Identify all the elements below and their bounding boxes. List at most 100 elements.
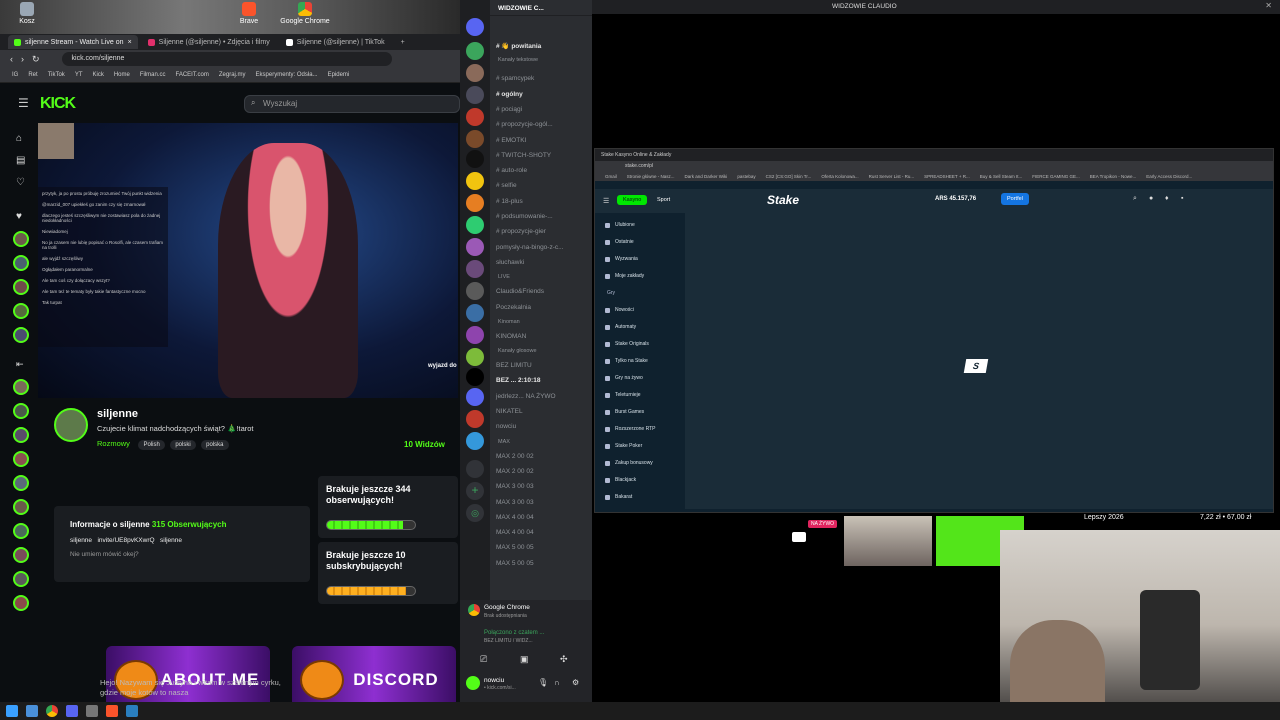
channel-item[interactable]: MAX 5 00 05 xyxy=(496,544,534,551)
activities-icon[interactable]: ✣ xyxy=(560,654,568,665)
app-icon[interactable] xyxy=(126,705,138,717)
menu-icon[interactable]: ☰ xyxy=(603,197,609,205)
avatar[interactable] xyxy=(13,379,29,395)
channel-item[interactable]: NIKATEL xyxy=(496,408,523,415)
bookmark[interactable]: Kick xyxy=(92,72,103,78)
channel-item[interactable]: # TWITCH-SHOTY xyxy=(496,152,551,159)
avatar[interactable] xyxy=(13,231,29,247)
channel-item[interactable]: słuchawki xyxy=(496,259,524,266)
bookmark[interactable]: Early Access Discord... xyxy=(1146,174,1192,179)
server-icon[interactable] xyxy=(466,282,484,300)
channel-item[interactable]: # 18-plus xyxy=(496,198,523,205)
sidebar-item[interactable]: Rozszerzone RTP xyxy=(601,421,683,438)
bookmark[interactable]: CS2 [CS:GO] Skin Tr... xyxy=(766,174,812,179)
avatar[interactable] xyxy=(13,571,29,587)
bookmark[interactable]: Rust Server List - Ru... xyxy=(869,174,915,179)
chrome-icon[interactable]: Google Chrome xyxy=(280,2,330,25)
bookmark[interactable]: Stronie główne - Nasz... xyxy=(627,174,675,179)
avatar[interactable] xyxy=(13,303,29,319)
tab-instagram[interactable]: Siljenne (@siljenne) • Zdjęcia i filmy xyxy=(142,35,276,49)
server-icon[interactable] xyxy=(466,326,484,344)
browse-icon[interactable]: ▤ xyxy=(16,155,25,166)
bookmark[interactable]: FACEIT.com xyxy=(176,72,209,78)
windows-start-icon[interactable] xyxy=(6,705,18,717)
server-icon[interactable] xyxy=(466,304,484,322)
back-icon[interactable]: ‹ xyxy=(10,54,13,64)
channel-item[interactable]: MAX 4 00 04 xyxy=(496,514,534,521)
settings-icon[interactable]: ⚙ xyxy=(572,678,579,687)
server-icon[interactable] xyxy=(466,368,484,386)
headphones-icon[interactable]: ∩ xyxy=(554,678,560,687)
channel-category[interactable]: LIVE xyxy=(498,274,510,280)
server-icon[interactable] xyxy=(466,460,484,478)
wallet-button[interactable]: Portfel xyxy=(1001,193,1029,205)
channel-item[interactable]: # auto-role xyxy=(496,167,527,174)
notifications-icon[interactable]: ♦ xyxy=(1165,195,1169,202)
channel-item[interactable]: # spamcypek xyxy=(496,75,534,82)
add-server-icon[interactable]: + xyxy=(466,482,484,500)
avatar[interactable] xyxy=(13,595,29,611)
stake-url[interactable]: stake.com/pl xyxy=(595,161,1273,171)
kick-logo[interactable]: KICK xyxy=(40,95,76,113)
home-icon[interactable]: ⌂ xyxy=(16,133,22,144)
channel-item[interactable]: pomysły-na-bingo-z-c... xyxy=(496,244,564,251)
brave-icon[interactable]: Brave xyxy=(224,2,274,25)
bookmark[interactable]: YT xyxy=(75,72,83,78)
tag[interactable]: Polish xyxy=(138,440,165,450)
sidebar-item[interactable]: Wyzwania xyxy=(601,251,683,268)
bookmark[interactable]: Ret xyxy=(28,72,37,78)
server-icon[interactable] xyxy=(466,108,484,126)
x-server-icon[interactable] xyxy=(466,150,484,168)
stake-logo[interactable]: Stake xyxy=(767,193,799,207)
sidebar-item[interactable]: Ulubione xyxy=(601,217,683,234)
channel-item[interactable]: jedrlezz... NA ŻYWO xyxy=(496,393,556,400)
tab-tiktok[interactable]: Siljenne (@siljenne) | TikTok xyxy=(280,35,391,49)
category-link[interactable]: Rozmowy xyxy=(97,439,130,448)
server-icon[interactable] xyxy=(466,216,484,234)
tab-kick[interactable]: siljenne Stream - Watch Live on × xyxy=(8,35,138,49)
server-icon[interactable] xyxy=(466,130,484,148)
discord-link[interactable]: invite/UE8pvKXwrQ xyxy=(97,537,154,544)
channel-item[interactable]: nowciu xyxy=(496,423,516,430)
streamer-avatar[interactable] xyxy=(54,408,88,442)
mic-icon[interactable]: 🎙︎ xyxy=(538,678,548,687)
channel-item[interactable]: MAX 2 00 02 xyxy=(496,453,534,460)
server-icon[interactable] xyxy=(466,410,484,428)
avatar[interactable] xyxy=(13,327,29,343)
explore-icon[interactable]: ◎ xyxy=(466,504,484,522)
avatar[interactable] xyxy=(13,451,29,467)
sidebar-item[interactable]: Tylko na Stake xyxy=(601,353,683,370)
instagram-link[interactable]: siljenne xyxy=(70,537,92,544)
server-icon[interactable] xyxy=(466,194,484,212)
bookmark[interactable]: Filman.cc xyxy=(140,72,166,78)
channel-item[interactable]: Poczekalnia xyxy=(496,304,531,311)
following-heart-icon[interactable]: ♥ xyxy=(16,211,22,222)
bookmark[interactable]: Home xyxy=(114,72,130,78)
recycle-bin-icon[interactable]: Kosz xyxy=(2,2,52,25)
channel-item[interactable]: # ogólny xyxy=(496,91,523,98)
channel-item[interactable]: BEZ LIMITU xyxy=(496,362,532,369)
channel-item[interactable]: # pociągi xyxy=(496,106,522,113)
channel-item[interactable]: MAX 2 00 02 xyxy=(496,468,534,475)
streamer-name[interactable]: siljenne xyxy=(97,408,138,420)
search-input[interactable]: Wyszukaj xyxy=(244,95,460,113)
channel-category[interactable]: Kanały głosowe xyxy=(498,348,537,354)
bookmark[interactable]: IG xyxy=(12,72,18,78)
tag[interactable]: polska xyxy=(201,440,229,450)
tag[interactable]: polski xyxy=(170,440,196,450)
server-icon[interactable] xyxy=(466,64,484,82)
sidebar-item[interactable]: Nowości xyxy=(601,302,683,319)
bookmark[interactable]: Dark and Darker Wiki xyxy=(685,174,728,179)
collapse-icon[interactable]: ⇤ xyxy=(16,359,24,370)
sidebar-item[interactable]: Stake Originals xyxy=(601,336,683,353)
voice-channel[interactable]: BEZ LIMITU / WIDZ... xyxy=(484,638,533,644)
server-icon[interactable] xyxy=(466,432,484,450)
participant-video[interactable] xyxy=(844,516,932,566)
tiktok-link[interactable]: siljenne xyxy=(160,537,182,544)
channel-item[interactable]: # 👋 powitania xyxy=(496,42,541,50)
video-icon[interactable]: ⎚ xyxy=(480,654,487,665)
channel-category[interactable]: MAX xyxy=(498,439,510,445)
sidebar-item[interactable]: Burst Games xyxy=(601,404,683,421)
new-tab-button[interactable]: + xyxy=(395,35,411,49)
casino-tab[interactable]: Kasyno xyxy=(617,195,648,205)
